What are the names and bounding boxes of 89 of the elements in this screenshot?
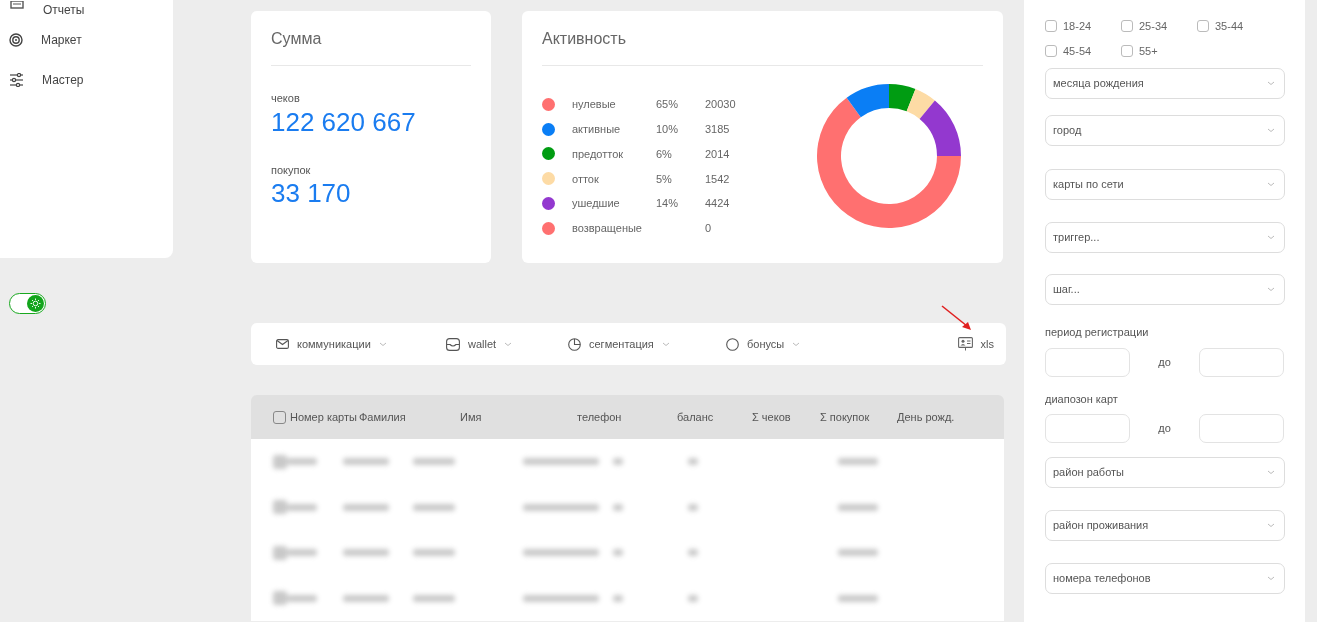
checkbox-label: 55+: [1139, 43, 1158, 59]
caret-icon: [1267, 576, 1275, 581]
presentation-icon: [957, 337, 973, 351]
range-separator: до: [1157, 421, 1172, 437]
legend-count: 2014: [705, 146, 730, 162]
card-title: Активность: [542, 27, 983, 66]
legend-count: 0: [705, 221, 712, 237]
column-header: Имя: [460, 410, 482, 423]
metric-value: 33 170: [271, 178, 352, 210]
input-field[interactable]: [1045, 347, 1130, 377]
sun-icon: [30, 298, 41, 309]
select-field[interactable]: карты по сети: [1045, 169, 1285, 200]
circle-icon: [726, 337, 739, 351]
pie-chart-icon: [568, 337, 581, 351]
sidebar-item[interactable]: Мастер: [0, 60, 90, 100]
checkbox-label: 25-34: [1139, 19, 1168, 34]
legend-percent: 14%: [656, 196, 680, 212]
range-separator: до: [1157, 354, 1172, 370]
wallet-icon: [446, 337, 460, 351]
caret-icon: [1267, 128, 1275, 133]
caret-icon: [792, 341, 801, 347]
legend-label: предотток: [572, 146, 625, 162]
toolbar-menu[interactable]: коммуникации: [276, 335, 387, 353]
legend-label: нулевые: [572, 97, 617, 113]
column-header: Σ чеков: [752, 410, 791, 423]
column-header: Номер карты: [290, 410, 357, 423]
legend-label: активные: [572, 121, 622, 137]
caret-icon: [661, 341, 670, 347]
select-field[interactable]: район работы: [1045, 457, 1285, 488]
input-field[interactable]: [1045, 414, 1130, 443]
report-icon: [9, 1, 25, 9]
column-header: Фамилия: [359, 410, 406, 423]
legend-label: ушедшие: [572, 196, 621, 212]
select-field[interactable]: район проживания: [1045, 510, 1285, 541]
toolbar-menu[interactable]: бонусы: [726, 335, 801, 353]
caret-icon: [1267, 81, 1275, 86]
checkbox-label: 18-24: [1063, 19, 1092, 34]
checkbox-label: 35-44: [1215, 19, 1244, 34]
legend-label: отток: [572, 171, 600, 187]
caret-icon: [1267, 470, 1275, 475]
select-field[interactable]: город: [1045, 115, 1285, 146]
range-label: период регистрации: [1045, 325, 1150, 340]
metric-label: чеков: [271, 91, 301, 106]
input-field[interactable]: [1199, 414, 1284, 443]
column-header: Σ покупок: [820, 410, 870, 423]
legend-count: 3185: [705, 121, 730, 137]
annotation-arrow: [941, 305, 971, 330]
column-header: День рожд.: [897, 410, 955, 423]
envelope-icon: [276, 339, 289, 349]
select-field[interactable]: номера телефонов: [1045, 563, 1285, 594]
sidebar-item[interactable]: Отчеты: [0, 0, 91, 20]
select-field[interactable]: шаг...: [1045, 274, 1285, 305]
theme-toggle[interactable]: [9, 293, 46, 314]
sidebar-item[interactable]: Маркет: [0, 20, 88, 60]
legend-count: 4424: [705, 196, 730, 212]
target-icon: [9, 33, 23, 47]
metric-value: 122 620 667: [271, 106, 417, 138]
legend-percent: 65%: [656, 97, 680, 113]
caret-icon: [1267, 523, 1275, 528]
checkbox-label: 45-54: [1063, 43, 1092, 59]
metric-label: покупок: [271, 162, 312, 178]
caret-icon: [504, 341, 513, 347]
age-checkbox[interactable]: [1045, 20, 1057, 33]
legend-count: 20030: [705, 97, 736, 113]
column-header: телефон: [577, 410, 622, 423]
legend-count: 1542: [705, 171, 730, 187]
range-label: диапозон карт: [1045, 391, 1119, 407]
age-checkbox[interactable]: [1121, 20, 1133, 33]
legend-percent: 10%: [656, 121, 680, 137]
input-field[interactable]: [1199, 347, 1284, 377]
card-title: Сумма: [271, 27, 471, 66]
select-field[interactable]: триггер...: [1045, 222, 1285, 253]
caret-icon: [1267, 287, 1275, 292]
age-checkbox[interactable]: [1045, 44, 1057, 57]
export-button[interactable]: xls: [957, 335, 994, 353]
sliders-icon: [9, 73, 24, 87]
caret-icon: [1267, 182, 1275, 187]
age-checkbox[interactable]: [1197, 20, 1209, 33]
legend-percent: 5%: [656, 171, 673, 187]
select-field[interactable]: месяца рождения: [1045, 68, 1285, 99]
age-checkbox[interactable]: [1121, 44, 1133, 57]
toolbar-menu[interactable]: сегментация: [568, 335, 670, 353]
caret-icon: [1267, 235, 1275, 240]
legend-percent: 6%: [656, 146, 673, 162]
toolbar-menu[interactable]: wallet: [446, 335, 513, 353]
legend-label: возвращеные: [572, 221, 643, 237]
column-header: баланс: [677, 410, 714, 423]
caret-icon: [378, 341, 387, 347]
select-all-checkbox[interactable]: [273, 410, 286, 424]
